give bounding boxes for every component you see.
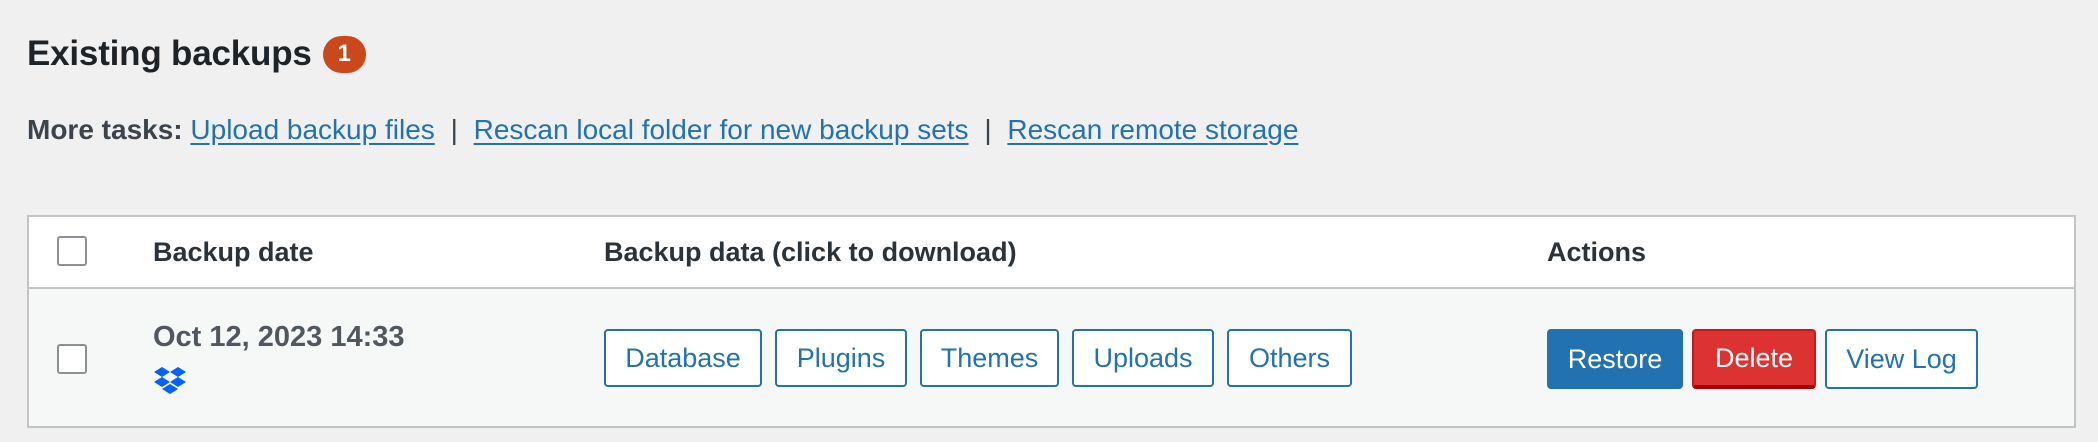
delete-button[interactable]: Delete [1692, 329, 1816, 389]
backup-date: Oct 12, 2023 14:33 [153, 321, 405, 353]
download-themes-button[interactable]: Themes [920, 329, 1059, 387]
column-header-actions: Actions [1547, 237, 1647, 267]
rescan-remote-storage-link[interactable]: Rescan remote storage [1007, 114, 1298, 145]
download-plugins-button[interactable]: Plugins [775, 329, 907, 387]
heading-row: Existing backups 1 [27, 30, 366, 78]
page-title: Existing backups [27, 34, 312, 73]
dropbox-icon [154, 367, 186, 394]
column-header-backup-data: Backup data (click to download) [604, 237, 1017, 267]
view-log-button[interactable]: View Log [1825, 329, 1978, 389]
existing-backups-panel: Existing backups 1 More tasks: Upload ba… [0, 0, 2098, 442]
row-select-checkbox[interactable] [57, 344, 87, 374]
separator: | [984, 114, 992, 145]
table-row: Oct 12, 2023 14:33 Database Plugins Them… [29, 289, 2074, 426]
backup-count-badge: 1 [322, 35, 366, 73]
select-all-checkbox[interactable] [57, 236, 87, 266]
download-others-button[interactable]: Others [1227, 329, 1352, 387]
rescan-local-folder-link[interactable]: Rescan local folder for new backup sets [474, 114, 969, 145]
download-database-button[interactable]: Database [604, 329, 762, 387]
column-header-backup-date: Backup date [153, 237, 314, 267]
separator: | [450, 114, 458, 145]
download-uploads-button[interactable]: Uploads [1072, 329, 1214, 387]
backups-table: Backup date Backup data (click to downlo… [27, 215, 2076, 428]
more-tasks-label: More tasks: [27, 114, 183, 145]
more-tasks-row: More tasks: Upload backup files | Rescan… [27, 110, 1298, 150]
upload-backup-files-link[interactable]: Upload backup files [190, 114, 434, 145]
table-header: Backup date Backup data (click to downlo… [29, 217, 2074, 289]
restore-button[interactable]: Restore [1547, 329, 1683, 389]
